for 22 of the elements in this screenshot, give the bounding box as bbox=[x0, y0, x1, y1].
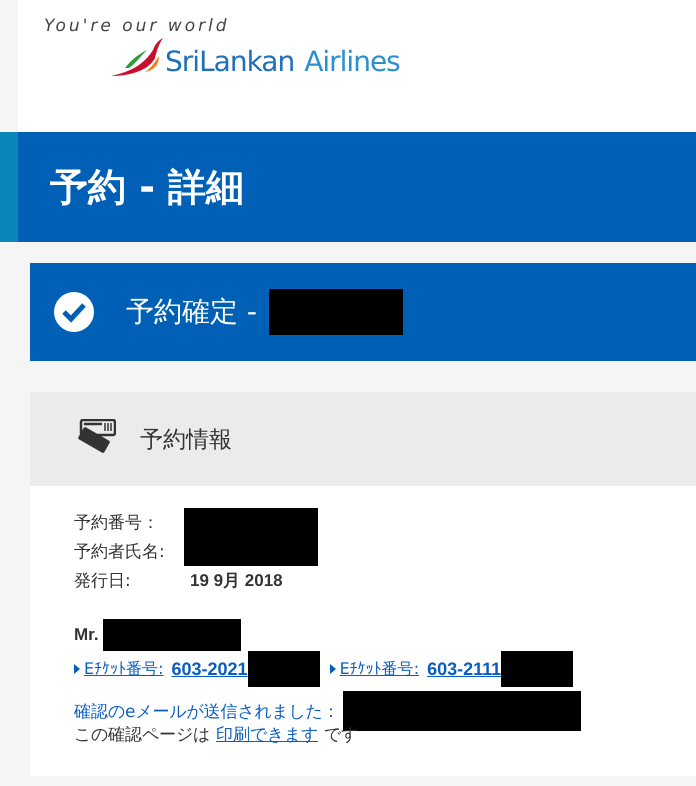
passenger-name: Mr. bbox=[74, 625, 99, 645]
confirmation-title: 予約確定 - bbox=[126, 294, 258, 330]
triangle-icon bbox=[330, 664, 336, 674]
triangle-icon bbox=[74, 664, 80, 674]
eticket-number-link[interactable]: 603-2021 bbox=[172, 658, 248, 680]
print-text: です bbox=[324, 724, 358, 746]
eticket-number-link[interactable]: 603-2111 bbox=[427, 658, 502, 680]
page-title: 予約 - 詳細 bbox=[18, 132, 696, 242]
print-text: この確認ページは bbox=[74, 724, 210, 746]
check-icon bbox=[54, 292, 94, 332]
field-label: 予約番号： bbox=[74, 512, 160, 534]
logo-text: Airlines bbox=[304, 45, 400, 78]
section-title: 予約情報 bbox=[140, 426, 232, 454]
eticket-link[interactable]: Eﾁｹｯﾄ番号: bbox=[340, 658, 420, 680]
eticket-link[interactable]: Eﾁｹｯﾄ番号: bbox=[84, 658, 164, 680]
print-link[interactable]: 印刷できます bbox=[216, 723, 318, 746]
field-label: 予約者氏名: bbox=[74, 541, 166, 563]
logo-text: SriLankan bbox=[165, 45, 294, 78]
email-sent-message: 確認のeメールが送信されました： bbox=[74, 700, 340, 722]
field-value: 19 9月 2018 bbox=[190, 570, 283, 592]
tagline: You're our world bbox=[44, 16, 231, 36]
field-label: 発行日: bbox=[74, 570, 132, 592]
